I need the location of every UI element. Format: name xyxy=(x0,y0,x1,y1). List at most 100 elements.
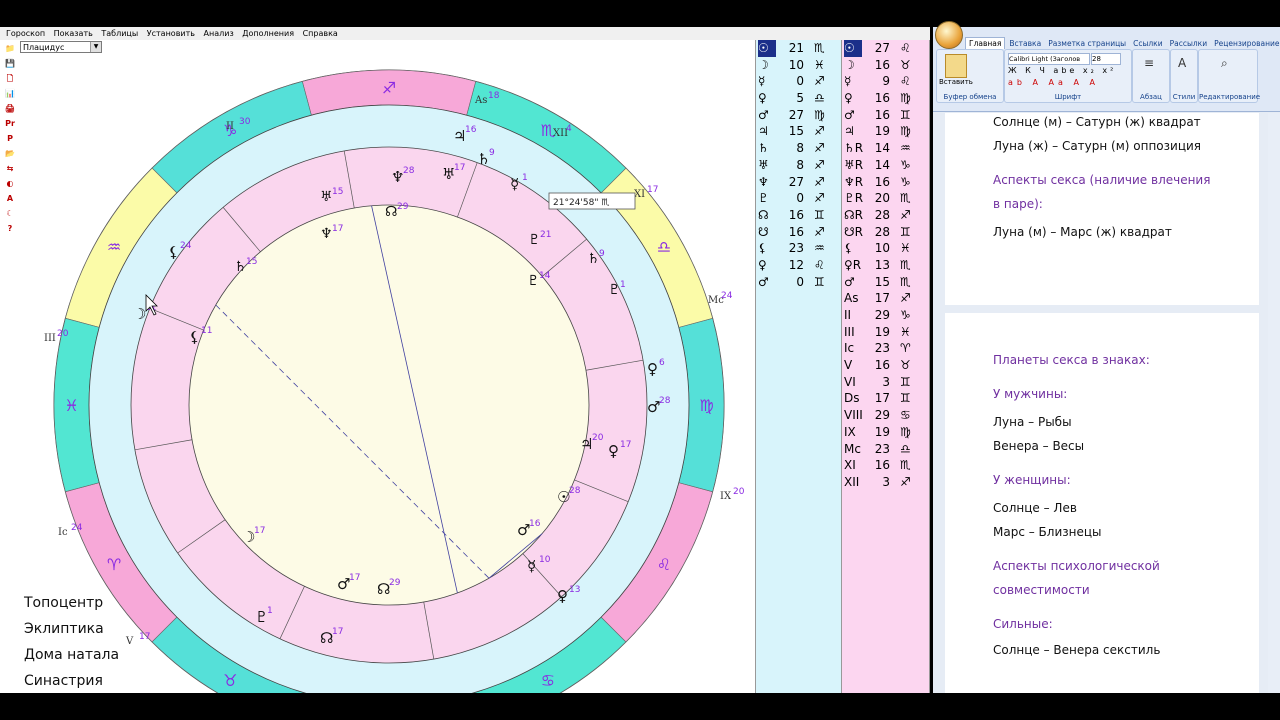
table-row[interactable]: ♅R 14 ♑ xyxy=(842,157,929,174)
ribbon-tab-5[interactable]: Рецензирование xyxy=(1211,38,1280,49)
table-row[interactable]: XII 3 ♐ xyxy=(842,474,929,491)
table-row[interactable]: ♇R 20 ♏ xyxy=(842,190,929,207)
table-row[interactable]: ⚸ 10 ♓ xyxy=(842,240,929,257)
menu-analysis[interactable]: Анализ xyxy=(204,27,234,40)
astrology-app-window: Гороскоп Показать Таблицы Установить Ана… xyxy=(0,27,930,720)
inner-planet-degree: 21 xyxy=(540,230,551,240)
table-row[interactable]: II 29 ♑ xyxy=(842,307,929,324)
paste-icon[interactable] xyxy=(945,54,967,78)
planet-glyph: ♂ xyxy=(758,274,769,289)
table-row[interactable]: ♇ 0 ♐ xyxy=(756,190,841,207)
table-row[interactable]: ☉ 27 ♌ xyxy=(842,40,929,57)
ribbon-tab-4[interactable]: Рассылки xyxy=(1167,38,1211,49)
degree-value: 3 xyxy=(882,474,890,489)
table-row[interactable]: ♀R 13 ♏ xyxy=(842,257,929,274)
menu-settings[interactable]: Установить xyxy=(147,27,195,40)
paste-label[interactable]: Вставить xyxy=(939,78,973,86)
table-row[interactable]: ♄ 8 ♐ xyxy=(756,140,841,157)
table-row[interactable]: ♄R 14 ♒ xyxy=(842,140,929,157)
menu-help[interactable]: Справка xyxy=(303,27,338,40)
table-row[interactable]: ♀ 5 ♎ xyxy=(756,90,841,107)
color-buttons[interactable]: ab A Aa A A xyxy=(1008,78,1099,87)
zodiac-sign-glyph: ♓ xyxy=(64,396,78,415)
planet-glyph: ♅R xyxy=(844,157,864,172)
document-page-1[interactable]: Солнце (м) – Сатурн (ж) квадрат Луна (ж) … xyxy=(945,113,1259,305)
table-row[interactable]: ☽ 16 ♉ xyxy=(842,57,929,74)
table-row[interactable]: VIII 29 ♋ xyxy=(842,407,929,424)
degree-value: 0 xyxy=(796,191,804,206)
table-row[interactable]: ♀ 12 ♌ xyxy=(756,257,841,274)
planet-glyph: ☿ xyxy=(527,557,536,575)
legend-natal-houses: Дома натала xyxy=(24,647,120,663)
table-row[interactable]: ♂ 27 ♍ xyxy=(756,107,841,124)
inner-planet-degree: 17 xyxy=(332,224,343,234)
menu-show[interactable]: Показать xyxy=(54,27,93,40)
format-buttons[interactable]: Ж К Ч abe x₂ x² xyxy=(1008,66,1116,75)
inner-planet-glyph: ♇ xyxy=(527,273,540,289)
sign-glyph: ♍ xyxy=(814,107,825,122)
styles-group[interactable]: A Стили xyxy=(1170,49,1198,103)
vertical-scrollbar[interactable] xyxy=(1268,113,1280,693)
document-page-2[interactable]: Планеты секса в знаках: У мужчины: Луна – … xyxy=(945,313,1259,693)
planet-glyph: ♀ xyxy=(758,91,767,106)
legend-synastry: Синастрия xyxy=(24,673,103,689)
table-row[interactable]: ♂ 16 ♊ xyxy=(842,107,929,124)
editing-group[interactable]: ⌕ Редактирование xyxy=(1198,49,1260,103)
table-row[interactable]: ♂ 0 ♊ xyxy=(756,274,841,291)
office-button[interactable] xyxy=(935,21,963,49)
ribbon-tab-1[interactable]: Вставка xyxy=(1006,38,1044,49)
table-row[interactable]: ☊R 28 ♐ xyxy=(842,207,929,224)
planet-degree: 11 xyxy=(201,326,212,336)
table-row[interactable]: ☿ 0 ♐ xyxy=(756,73,841,90)
ribbon-tab-2[interactable]: Разметка страницы xyxy=(1045,38,1129,49)
table-row[interactable]: Ic 23 ♈ xyxy=(842,340,929,357)
sign-glyph: ♐ xyxy=(814,141,825,156)
table-row[interactable]: XI 16 ♏ xyxy=(842,457,929,474)
table-row[interactable]: ☿ 9 ♌ xyxy=(842,73,929,90)
table-row[interactable]: ♂ 15 ♏ xyxy=(842,274,929,291)
degree-value: 8 xyxy=(796,141,804,156)
menu-addons[interactable]: Дополнения xyxy=(242,27,294,40)
table-row[interactable]: ♃ 15 ♐ xyxy=(756,123,841,140)
font-size-field[interactable]: 28 xyxy=(1091,53,1121,65)
degree-value: 17 xyxy=(874,291,890,306)
doc-paragraph: Луна (м) – Марс (ж) квадрат xyxy=(993,225,1172,239)
table-row[interactable]: ☉ 21 ♏ xyxy=(756,40,841,57)
table-row[interactable]: ♅ 8 ♐ xyxy=(756,157,841,174)
ribbon-tab-0[interactable]: Главная xyxy=(965,37,1006,49)
table-row[interactable]: ♆R 16 ♑ xyxy=(842,174,929,191)
degree-value: 29 xyxy=(874,408,890,423)
table-row[interactable]: ☊ 16 ♊ xyxy=(756,207,841,224)
menu-horoscope[interactable]: Гороскоп xyxy=(6,27,45,40)
table-row[interactable]: ♆ 27 ♐ xyxy=(756,174,841,191)
table-row[interactable]: VI 3 ♊ xyxy=(842,374,929,391)
table-row[interactable]: ☽ 10 ♓ xyxy=(756,57,841,74)
table-row[interactable]: Ds 17 ♊ xyxy=(842,390,929,407)
zodiac-sign-glyph: ♉ xyxy=(223,671,237,690)
inner-planet-degree: 29 xyxy=(397,202,409,212)
word-window: Главная Вставка Разметка страницы Ссылки Рас… xyxy=(933,21,1280,693)
inner-planet-glyph: ☊ xyxy=(385,204,397,220)
sign-glyph: ♏ xyxy=(814,41,825,55)
table-row[interactable]: Mc 23 ♎ xyxy=(842,441,929,458)
paragraph-group[interactable]: ≡ Абзац xyxy=(1132,49,1170,103)
table-row[interactable]: IX 19 ♍ xyxy=(842,424,929,441)
table-row[interactable]: V 16 ♉ xyxy=(842,357,929,374)
font-name-field[interactable]: Calibri Light (Заголов xyxy=(1008,53,1090,65)
house-degree: 20 xyxy=(57,329,69,339)
table-row[interactable]: ♃ 19 ♍ xyxy=(842,123,929,140)
menu-tables[interactable]: Таблицы xyxy=(101,27,138,40)
planet-glyph: ♂ xyxy=(758,107,769,122)
sign-glyph: ♊ xyxy=(900,107,911,122)
inner-planet-glyph: ♇ xyxy=(528,232,541,248)
table-row[interactable]: III 19 ♓ xyxy=(842,324,929,341)
table-row[interactable]: ☋R 28 ♊ xyxy=(842,224,929,241)
table-row[interactable]: As 17 ♐ xyxy=(842,290,929,307)
table-row[interactable]: ♀ 16 ♍ xyxy=(842,90,929,107)
planet-degree: 28 xyxy=(569,486,581,496)
ribbon-tab-3[interactable]: Ссылки xyxy=(1130,38,1165,49)
table-row[interactable]: ☋ 16 ♐ xyxy=(756,224,841,241)
sign-glyph: ♌ xyxy=(900,41,911,55)
table-row[interactable]: ⚸ 23 ♒ xyxy=(756,240,841,257)
planet-glyph: ♆ xyxy=(758,174,769,189)
